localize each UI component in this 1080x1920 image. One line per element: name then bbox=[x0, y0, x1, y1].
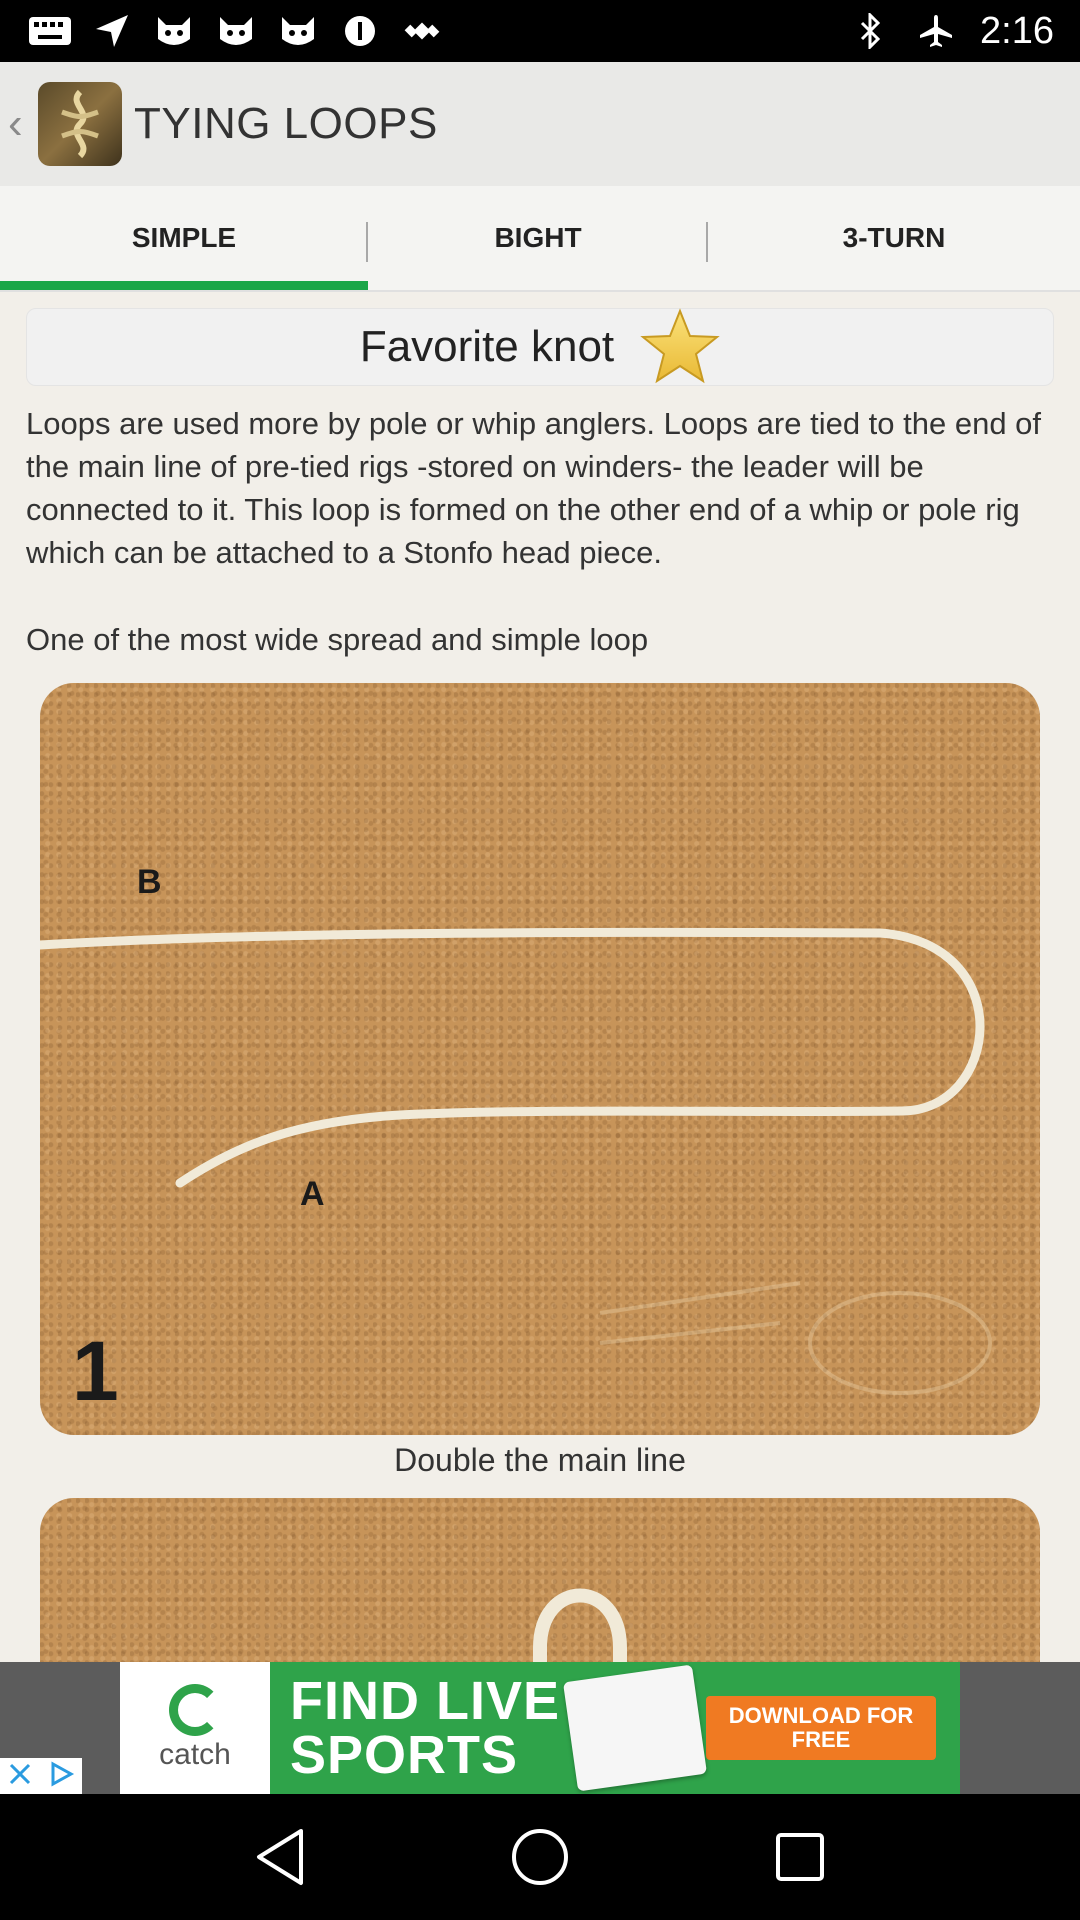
recents-icon[interactable] bbox=[760, 1817, 840, 1897]
ad-headline-line-2: SPORTS bbox=[290, 1725, 519, 1785]
step-number: 1 bbox=[72, 1324, 119, 1418]
ad-choices-icon[interactable] bbox=[47, 1760, 75, 1793]
tab-bar: SIMPLE BIGHT 3-TURN bbox=[0, 186, 1080, 292]
status-time: 2:16 bbox=[980, 9, 1054, 52]
favorite-knot-label: Favorite knot bbox=[359, 322, 615, 371]
navigation-icon bbox=[90, 14, 134, 48]
app-logo[interactable] bbox=[38, 82, 122, 166]
ad-headline: FIND LIVE SPORTS bbox=[290, 1674, 610, 1782]
app-bar: ‹ TYING LOOPS bbox=[0, 62, 1080, 186]
label-a: A bbox=[300, 1175, 325, 1213]
catch-logo-icon bbox=[169, 1684, 221, 1736]
ad-brand-name: catch bbox=[159, 1738, 231, 1771]
system-nav-bar bbox=[0, 1794, 1080, 1920]
tab-bight[interactable]: BIGHT bbox=[368, 186, 708, 290]
step-1-caption: Double the main line bbox=[394, 1442, 686, 1478]
tab-3-turn[interactable]: 3-TURN bbox=[708, 186, 1080, 290]
label-b: B bbox=[137, 863, 162, 901]
home-icon[interactable] bbox=[500, 1817, 580, 1897]
ad-brand-logo: catch bbox=[120, 1662, 270, 1794]
cat-app-icon bbox=[152, 14, 196, 48]
knot-description: Loops are used more by pole or whip angl… bbox=[26, 406, 1042, 570]
step-2-image bbox=[40, 1498, 1040, 1662]
ad-banner[interactable]: catch FIND LIVE SPORTS DOWNLOAD FOR FREE bbox=[120, 1662, 960, 1794]
ad-close-icon[interactable] bbox=[7, 1761, 33, 1792]
tab-simple[interactable]: SIMPLE bbox=[0, 186, 368, 290]
tab-label: SIMPLE bbox=[131, 222, 237, 253]
knot-content[interactable]: Favorite knot Loops are used more by pol… bbox=[0, 292, 1080, 1662]
ad-phone-image bbox=[562, 1664, 708, 1792]
knot-subdescription: One of the most wide spread and simple l… bbox=[26, 622, 649, 657]
fake-gps-icon bbox=[400, 14, 444, 48]
ad-area: catch FIND LIVE SPORTS DOWNLOAD FOR FREE bbox=[0, 1662, 1080, 1794]
airplane-mode-icon bbox=[914, 14, 958, 48]
back-chevron-icon[interactable]: ‹ bbox=[8, 102, 36, 146]
step-1-image: B A 1 bbox=[40, 683, 1040, 1435]
tab-selected-indicator bbox=[0, 281, 368, 290]
bluetooth-icon bbox=[848, 13, 892, 49]
back-icon[interactable] bbox=[240, 1817, 320, 1897]
ad-download-button[interactable]: DOWNLOAD FOR FREE bbox=[706, 1696, 936, 1760]
star-icon[interactable] bbox=[640, 308, 720, 386]
cat-app-icon bbox=[276, 14, 320, 48]
tab-label: 3-TURN bbox=[842, 222, 946, 253]
status-bar: 2:16 bbox=[0, 0, 1080, 62]
ad-controls bbox=[0, 1758, 82, 1794]
info-circle-icon bbox=[338, 14, 382, 48]
cat-app-icon bbox=[214, 14, 258, 48]
keyboard-icon bbox=[28, 14, 72, 48]
favorite-knot-button[interactable]: Favorite knot bbox=[26, 308, 1054, 386]
tab-label: BIGHT bbox=[494, 222, 582, 253]
ad-headline-line-1: FIND LIVE bbox=[290, 1671, 561, 1731]
app-title: TYING LOOPS bbox=[134, 99, 438, 148]
